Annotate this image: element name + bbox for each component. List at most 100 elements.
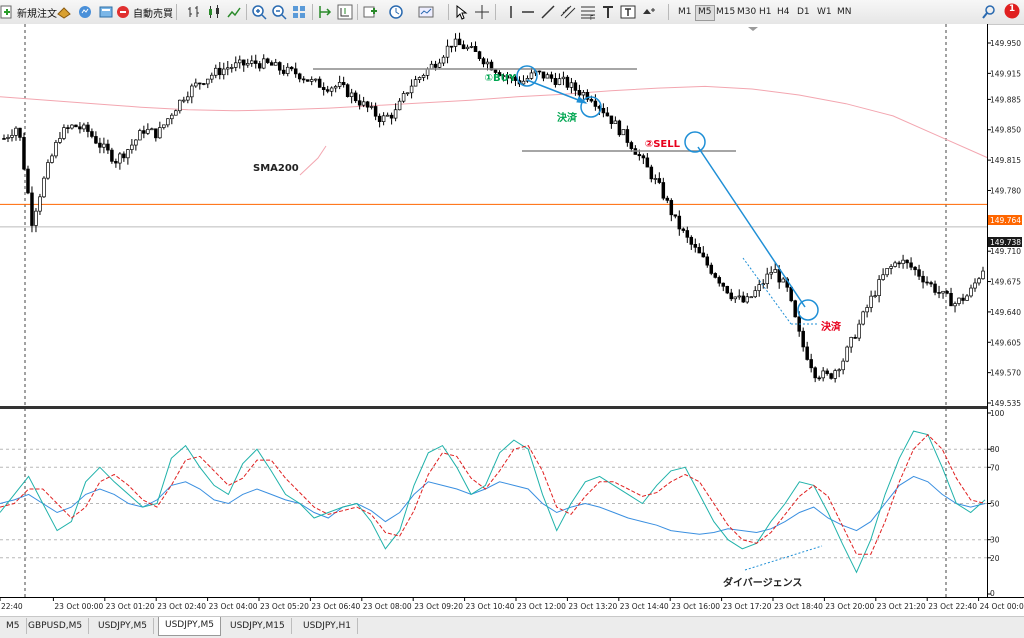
candle-bearish	[809, 359, 813, 369]
candle-bearish	[645, 157, 650, 168]
candle-bullish	[885, 268, 889, 276]
candle-bearish	[365, 101, 370, 108]
timeframe-w1[interactable]: W1	[815, 5, 834, 19]
horizontal-line-icon[interactable]	[520, 4, 536, 20]
market-watch-icon[interactable]	[77, 4, 93, 20]
arrows-icon[interactable]	[641, 4, 657, 20]
current-price: 149.738	[990, 238, 1021, 247]
candle-bearish	[537, 70, 542, 73]
timeframe-h4[interactable]: H4	[775, 5, 792, 19]
buy-label: ①BUY	[485, 73, 517, 84]
auto-trading-button[interactable]: 自動売買	[116, 3, 173, 21]
price-tick-label: 149.570	[990, 369, 1021, 378]
periods-icon[interactable]	[388, 4, 404, 20]
candle-bullish	[182, 99, 186, 102]
candle-bullish	[6, 137, 10, 139]
candle-bullish	[941, 290, 945, 294]
candle-bearish	[353, 92, 358, 102]
chart-area[interactable]: 149.950 149.915 149.885 149.850 149.815 149.7…	[0, 24, 1024, 616]
candle-bearish	[2, 138, 6, 140]
chart-tab[interactable]: USDJPY,H1	[297, 618, 358, 634]
line-chart-icon[interactable]	[226, 4, 242, 20]
timeframe-m30[interactable]: M30	[735, 5, 758, 19]
candle-bullish	[401, 93, 406, 102]
candle-bearish	[321, 87, 326, 90]
candle-bullish	[613, 120, 618, 124]
timeframe-mn[interactable]: MN	[835, 5, 854, 19]
price-tick-label: 149.640	[990, 308, 1021, 317]
time-tick-label: 23 Oct 06:40	[311, 602, 360, 611]
timeframe-d1[interactable]: D1	[795, 5, 812, 19]
chart-shift-icon[interactable]	[317, 4, 333, 20]
data-window-icon[interactable]	[56, 4, 72, 20]
timeframe-m5[interactable]: M5	[695, 5, 715, 21]
sma200-label: SMA200	[253, 163, 299, 174]
navigator-icon[interactable]	[98, 4, 114, 20]
candle-bearish	[377, 115, 382, 122]
bar-chart-icon[interactable]	[186, 4, 202, 20]
trendline-icon[interactable]	[540, 4, 556, 20]
text-label-icon[interactable]	[620, 4, 636, 20]
candle-bearish	[657, 178, 662, 183]
zoom-out-icon[interactable]	[271, 4, 287, 20]
time-tick-label: 22:40	[1, 602, 23, 611]
chart-tab[interactable]: GBPUSD,M5	[22, 618, 90, 634]
candle-bearish	[281, 69, 286, 74]
candle-bearish	[729, 292, 734, 300]
candle-bullish	[417, 77, 422, 80]
indicators-icon[interactable]	[362, 4, 378, 20]
chart-tab[interactable]: USDJPY,M15	[224, 618, 292, 634]
candle-bearish	[717, 277, 722, 284]
fibonacci-icon[interactable]: F	[580, 4, 596, 20]
chart-tab[interactable]: USDJPY,M5	[158, 617, 221, 636]
candle-bullish	[469, 46, 474, 48]
candle-bearish	[154, 128, 158, 139]
candle-bearish	[553, 78, 558, 85]
candle-bearish	[341, 81, 346, 86]
candle-bearish	[661, 182, 666, 199]
candle-bearish	[825, 370, 829, 374]
time-tick-label: 23 Oct 16:00	[671, 602, 720, 611]
candle-bearish	[641, 155, 646, 159]
osc-tick-label: 70	[990, 463, 1000, 472]
autoscroll-icon[interactable]	[337, 4, 353, 20]
time-tick-label: 23 Oct 22:40	[928, 602, 977, 611]
candle-bearish	[937, 292, 941, 294]
price-tick-label: 149.605	[990, 338, 1021, 347]
timeframe-m1[interactable]: M1	[676, 5, 694, 19]
text-icon[interactable]	[600, 4, 616, 20]
osc-tick-label: 30	[990, 536, 1000, 545]
notifications-icon[interactable]: 1	[1004, 3, 1020, 19]
candle-bullish	[769, 271, 773, 275]
candle-bullish	[126, 149, 130, 159]
candle-bearish	[705, 256, 710, 266]
candle-bearish	[122, 153, 126, 159]
chart-tab[interactable]: USDJPY,M5	[92, 618, 154, 634]
candle-bearish	[593, 100, 598, 107]
toolbar-separator	[448, 4, 449, 20]
candle-bullish	[166, 118, 170, 126]
price-tick-label: 149.675	[990, 278, 1021, 287]
candle-bearish	[577, 90, 582, 96]
time-tick-label: 23 Oct 05:20	[260, 602, 309, 611]
crosshair-icon[interactable]	[474, 4, 490, 20]
chart-tabs-bar: M5 GBPUSD,M5 USDJPY,M5 USDJPY,M5 USDJPY,M15 U…	[0, 616, 1024, 638]
candle-bullish	[733, 296, 738, 300]
price-tick-label: 149.780	[990, 186, 1021, 195]
candle-bearish	[142, 130, 146, 134]
equidistant-channel-icon[interactable]	[560, 4, 576, 20]
cursor-icon[interactable]	[453, 4, 469, 20]
templates-icon[interactable]	[418, 4, 434, 20]
candle-bullish	[381, 115, 386, 122]
timeframe-m15[interactable]: M15	[714, 5, 737, 19]
new-order-button[interactable]: 新規注文	[0, 3, 57, 21]
candle-bearish	[649, 166, 654, 180]
candle-bullish	[901, 259, 905, 264]
tile-windows-icon[interactable]	[291, 4, 307, 20]
search-icon[interactable]	[981, 4, 997, 20]
zoom-in-icon[interactable]	[251, 4, 267, 20]
vertical-line-icon[interactable]	[503, 4, 519, 20]
time-tick-label: 23 Oct 20:00	[825, 602, 874, 611]
timeframe-h1[interactable]: H1	[757, 5, 774, 19]
candlestick-icon[interactable]	[206, 4, 222, 20]
